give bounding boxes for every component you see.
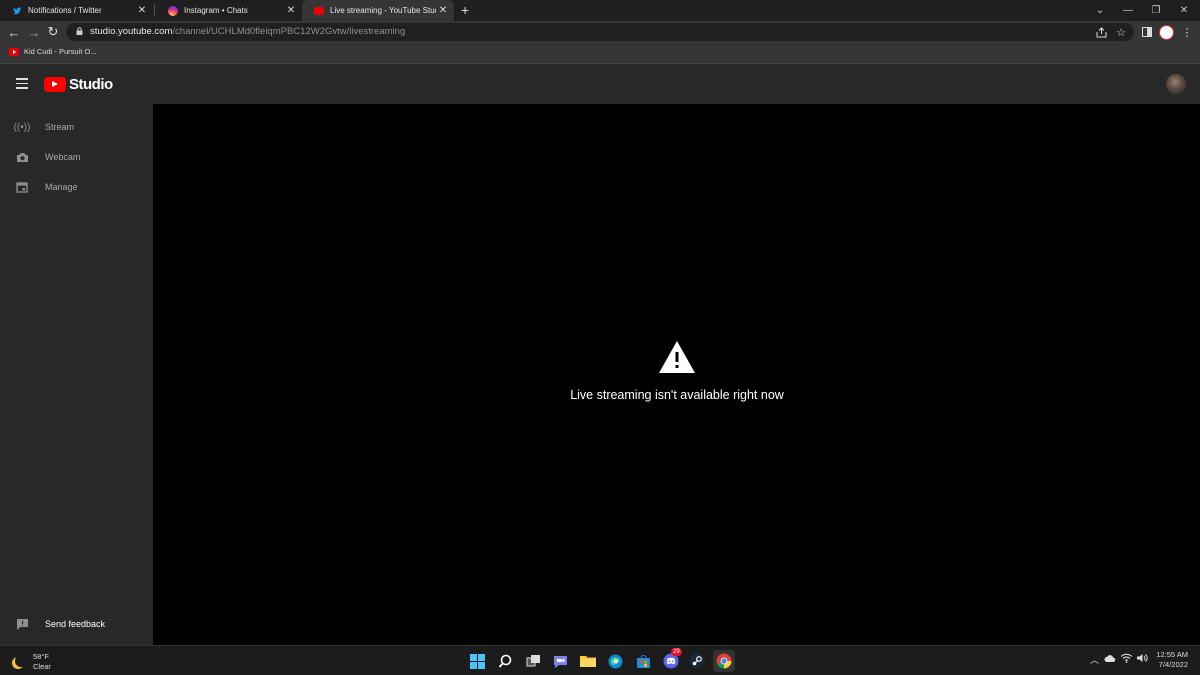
twitter-icon xyxy=(12,6,22,16)
youtube-logo-icon xyxy=(44,77,66,92)
discord-icon[interactable]: 29 xyxy=(660,648,682,672)
address-bar[interactable]: studio.youtube.com/channel/UCHLMd0fleiqm… xyxy=(66,23,1134,41)
steam-icon[interactable] xyxy=(686,650,708,672)
sidebar-item-stream[interactable]: ((•)) Stream xyxy=(0,112,153,142)
search-icon[interactable] xyxy=(494,650,516,672)
tab-title: Notifications / Twitter xyxy=(28,6,102,15)
sidebar-item-manage[interactable]: Manage xyxy=(0,172,153,202)
window-close-icon[interactable]: ✕ xyxy=(1170,0,1198,21)
bookmarks-bar: Kid Cudi - Pursuit O... xyxy=(0,43,1200,64)
weather-temp: 58°F xyxy=(33,652,49,661)
studio-header: Studio xyxy=(0,64,1200,104)
browser-tab-strip: Notifications / Twitter ✕ Instagram • Ch… xyxy=(0,0,1200,21)
volume-icon[interactable] xyxy=(1136,653,1149,665)
sidebar-item-label: Send feedback xyxy=(45,619,106,629)
close-icon[interactable]: ✕ xyxy=(436,5,450,16)
start-icon[interactable] xyxy=(466,650,488,672)
lock-icon[interactable] xyxy=(76,27,83,35)
broadcast-icon: ((•)) xyxy=(13,121,31,133)
calendar-icon xyxy=(14,179,30,195)
tab-title: Live streaming - YouTube Studio xyxy=(330,6,436,15)
file-explorer-icon[interactable] xyxy=(577,650,599,672)
sidebar: ((•)) Stream Webcam Manage Send feedback xyxy=(0,104,153,645)
instagram-icon xyxy=(168,5,178,16)
new-tab-button[interactable]: + xyxy=(461,2,469,18)
tab-youtube-studio[interactable]: Live streaming - YouTube Studio ✕ xyxy=(302,0,454,21)
bookmark-label: Kid Cudi - Pursuit O... xyxy=(24,47,97,56)
back-icon[interactable]: ← xyxy=(6,24,22,40)
clock-date: 7/4/2022 xyxy=(1158,660,1188,669)
url-text: studio.youtube.com/channel/UCHLMd0fleiqm… xyxy=(90,26,405,37)
tray-chevron-icon[interactable]: ︿ xyxy=(1090,653,1099,666)
side-panel-icon[interactable] xyxy=(1139,24,1155,40)
teams-chat-icon[interactable] xyxy=(549,650,571,672)
cloud-icon[interactable] xyxy=(1104,654,1116,664)
sidebar-item-webcam[interactable]: Webcam xyxy=(0,142,153,172)
send-feedback-button[interactable]: Send feedback xyxy=(0,609,153,639)
weather-condition: Clear xyxy=(33,662,51,671)
bookmark-item[interactable]: Kid Cudi - Pursuit O... xyxy=(9,47,97,56)
logo-text: Studio xyxy=(69,76,113,93)
clock-time: 12:55 AM xyxy=(1156,650,1188,659)
reload-icon[interactable]: ↻ xyxy=(45,24,61,40)
restore-icon[interactable]: ❐ xyxy=(1142,0,1170,21)
url-path: /channel/UCHLMd0fleiqmPBC12W2Gvtw/livest… xyxy=(172,26,406,37)
close-icon[interactable]: ✕ xyxy=(135,5,149,16)
profile-icon[interactable] xyxy=(1158,24,1174,40)
close-icon[interactable]: ✕ xyxy=(284,5,298,16)
tab-title: Instagram • Chats xyxy=(184,6,248,15)
tab-instagram[interactable]: Instagram • Chats ✕ xyxy=(156,0,302,21)
forward-icon[interactable]: → xyxy=(26,24,42,40)
system-clock[interactable]: 12:55 AM 7/4/2022 xyxy=(1150,650,1188,670)
minimize-icon[interactable]: — xyxy=(1114,0,1142,21)
sidebar-item-label: Stream xyxy=(45,122,75,132)
share-icon[interactable] xyxy=(1093,24,1109,40)
chrome-icon[interactable] xyxy=(713,650,735,672)
weather-widget[interactable]: 58°F Clear xyxy=(12,652,51,672)
camera-icon xyxy=(14,149,30,165)
edge-icon[interactable] xyxy=(604,650,626,672)
main-content: Live streaming isn't available right now xyxy=(154,104,1200,645)
store-icon[interactable] xyxy=(632,650,654,672)
moon-icon xyxy=(15,655,27,667)
youtube-icon xyxy=(9,47,19,56)
feedback-icon xyxy=(14,616,30,632)
task-view-icon[interactable] xyxy=(522,650,544,672)
windows-taskbar: 58°F Clear 29 ︿ 12:55 AM 7/4/2022 xyxy=(0,645,1200,675)
unavailable-message: Live streaming isn't available right now xyxy=(570,388,784,402)
warning-icon xyxy=(659,341,695,373)
tab-twitter[interactable]: Notifications / Twitter ✕ xyxy=(0,0,153,21)
tab-search-chevron-icon[interactable]: ⌄ xyxy=(1086,0,1114,21)
tab-divider xyxy=(154,5,155,16)
more-icon[interactable]: ⋮ xyxy=(1179,24,1195,40)
menu-icon[interactable] xyxy=(16,78,28,90)
browser-toolbar: ← → ↻ studio.youtube.com/channel/UCHLMd0… xyxy=(0,21,1200,43)
star-icon[interactable]: ☆ xyxy=(1113,24,1129,40)
avatar[interactable] xyxy=(1166,74,1186,94)
sidebar-item-label: Webcam xyxy=(45,152,81,162)
sidebar-item-label: Manage xyxy=(45,182,78,192)
wifi-icon[interactable] xyxy=(1120,653,1133,665)
notification-badge: 29 xyxy=(671,648,682,656)
youtube-icon xyxy=(314,6,324,15)
studio-logo[interactable]: Studio xyxy=(44,76,113,93)
url-host: studio.youtube.com xyxy=(90,26,173,37)
